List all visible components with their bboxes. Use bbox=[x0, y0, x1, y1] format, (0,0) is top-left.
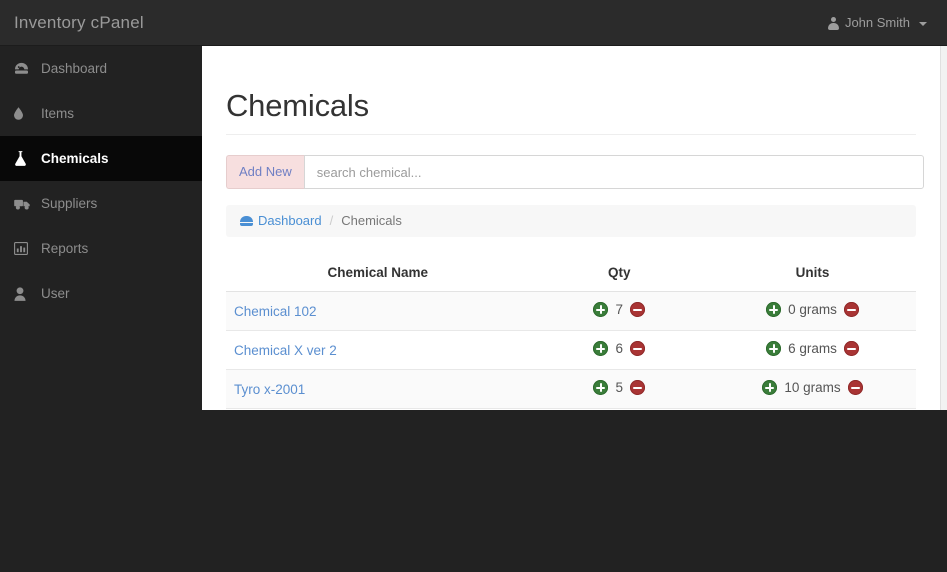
sidebar-item-label: Suppliers bbox=[41, 195, 98, 211]
units-stepper: 10 grams bbox=[762, 380, 863, 395]
plus-circle-icon[interactable] bbox=[766, 341, 782, 356]
cell-units: 10 grams bbox=[708, 369, 916, 409]
chemical-toolbar: Add New bbox=[226, 155, 924, 189]
cell-chemical-name: Tyro x-2001 bbox=[226, 369, 530, 409]
cell-chemical-name: Chemical 102 bbox=[226, 291, 530, 331]
breadcrumb-link-dashboard[interactable]: Dashboard bbox=[240, 212, 322, 230]
app-root: Inventory cPanel John Smith Dashboard It… bbox=[0, 0, 947, 572]
plus-circle-icon[interactable] bbox=[593, 380, 609, 395]
title-divider bbox=[226, 134, 916, 135]
chemicals-table: Chemical Name Qty Units Chemical 102 7 0… bbox=[226, 259, 916, 409]
sidebar-item-dashboard[interactable]: Dashboard bbox=[0, 46, 202, 91]
minus-circle-icon[interactable] bbox=[630, 341, 646, 356]
person-icon bbox=[827, 16, 839, 30]
flask-icon bbox=[14, 151, 32, 166]
table-row: Chemical 102 7 0 grams bbox=[226, 291, 916, 331]
sidebar-item-label: Items bbox=[41, 105, 75, 121]
table-row: Chemical X ver 2 6 6 grams bbox=[226, 330, 916, 370]
table-body: Chemical 102 7 0 grams Chemical X ver 2 … bbox=[226, 291, 916, 409]
breadcrumb-home-label: Dashboard bbox=[258, 213, 322, 228]
user-name-label: John Smith bbox=[844, 15, 910, 30]
minus-circle-icon[interactable] bbox=[630, 302, 646, 317]
qty-stepper: 5 bbox=[593, 380, 646, 395]
main-content-panel: Chemicals Add New Dashboard / Chemicals bbox=[202, 46, 940, 410]
qty-value: 5 bbox=[615, 380, 624, 395]
breadcrumb-current: Chemicals bbox=[341, 213, 402, 228]
breadcrumb-separator: / bbox=[329, 213, 334, 228]
units-value: 10 grams bbox=[784, 380, 841, 395]
column-header-units: Units bbox=[708, 259, 916, 292]
sidebar-item-label: Chemicals bbox=[41, 150, 109, 166]
sidebar-item-chemicals[interactable]: Chemicals bbox=[0, 136, 202, 181]
cell-qty: 7 bbox=[529, 291, 709, 331]
units-stepper: 0 grams bbox=[766, 302, 859, 317]
sidebar-item-items[interactable]: Items bbox=[0, 91, 202, 136]
sidebar-item-suppliers[interactable]: Suppliers bbox=[0, 181, 202, 226]
cell-chemical-name: Chemical X ver 2 bbox=[226, 330, 530, 370]
units-value: 6 grams bbox=[788, 341, 837, 356]
droplet-icon bbox=[14, 107, 32, 120]
sidebar-item-user[interactable]: User bbox=[0, 271, 202, 316]
user-menu[interactable]: John Smith bbox=[827, 14, 927, 32]
column-header-chemical-name: Chemical Name bbox=[226, 259, 530, 292]
minus-circle-icon[interactable] bbox=[843, 302, 859, 317]
person-icon bbox=[14, 286, 32, 301]
chemical-link[interactable]: Chemical X ver 2 bbox=[234, 343, 337, 358]
plus-circle-icon[interactable] bbox=[766, 302, 782, 317]
cell-qty: 6 bbox=[529, 330, 709, 370]
minus-circle-icon[interactable] bbox=[847, 380, 863, 395]
column-header-qty: Qty bbox=[529, 259, 709, 292]
qty-stepper: 7 bbox=[593, 302, 646, 317]
qty-value: 7 bbox=[615, 302, 624, 317]
brand-title[interactable]: Inventory cPanel bbox=[14, 12, 144, 34]
sidebar-item-reports[interactable]: Reports bbox=[0, 226, 202, 271]
vertical-scrollbar[interactable] bbox=[940, 46, 947, 410]
table-header: Chemical Name Qty Units bbox=[226, 259, 916, 292]
sidebar: Dashboard Items Chemicals Suppliers Repo… bbox=[0, 46, 202, 572]
top-navbar: Inventory cPanel John Smith bbox=[0, 0, 947, 46]
plus-circle-icon[interactable] bbox=[593, 302, 609, 317]
cell-units: 6 grams bbox=[708, 330, 916, 370]
search-chemical-input[interactable] bbox=[303, 155, 924, 189]
table-header-row: Chemical Name Qty Units bbox=[226, 259, 916, 292]
sidebar-item-label: Reports bbox=[41, 240, 89, 256]
bar-chart-icon bbox=[14, 242, 32, 255]
chemical-link[interactable]: Tyro x-2001 bbox=[234, 382, 305, 397]
sidebar-item-label: User bbox=[41, 285, 70, 301]
units-value: 0 grams bbox=[788, 302, 837, 317]
cell-units: 0 grams bbox=[708, 291, 916, 331]
chemical-link[interactable]: Chemical 102 bbox=[234, 304, 317, 319]
cell-qty: 5 bbox=[529, 369, 709, 409]
breadcrumb: Dashboard / Chemicals bbox=[226, 205, 916, 237]
gauge-icon bbox=[240, 215, 253, 227]
table-row: Tyro x-2001 5 10 grams bbox=[226, 369, 916, 409]
page-title: Chemicals bbox=[226, 88, 369, 123]
gauge-icon bbox=[14, 62, 32, 75]
truck-icon bbox=[14, 198, 32, 210]
add-new-button[interactable]: Add New bbox=[226, 155, 304, 189]
caret-down-icon bbox=[919, 22, 927, 26]
plus-circle-icon[interactable] bbox=[593, 341, 609, 356]
qty-stepper: 6 bbox=[593, 341, 646, 356]
plus-circle-icon[interactable] bbox=[762, 380, 778, 395]
minus-circle-icon[interactable] bbox=[843, 341, 859, 356]
sidebar-item-label: Dashboard bbox=[41, 60, 108, 76]
minus-circle-icon[interactable] bbox=[630, 380, 646, 395]
units-stepper: 6 grams bbox=[766, 341, 859, 356]
qty-value: 6 bbox=[615, 341, 624, 356]
